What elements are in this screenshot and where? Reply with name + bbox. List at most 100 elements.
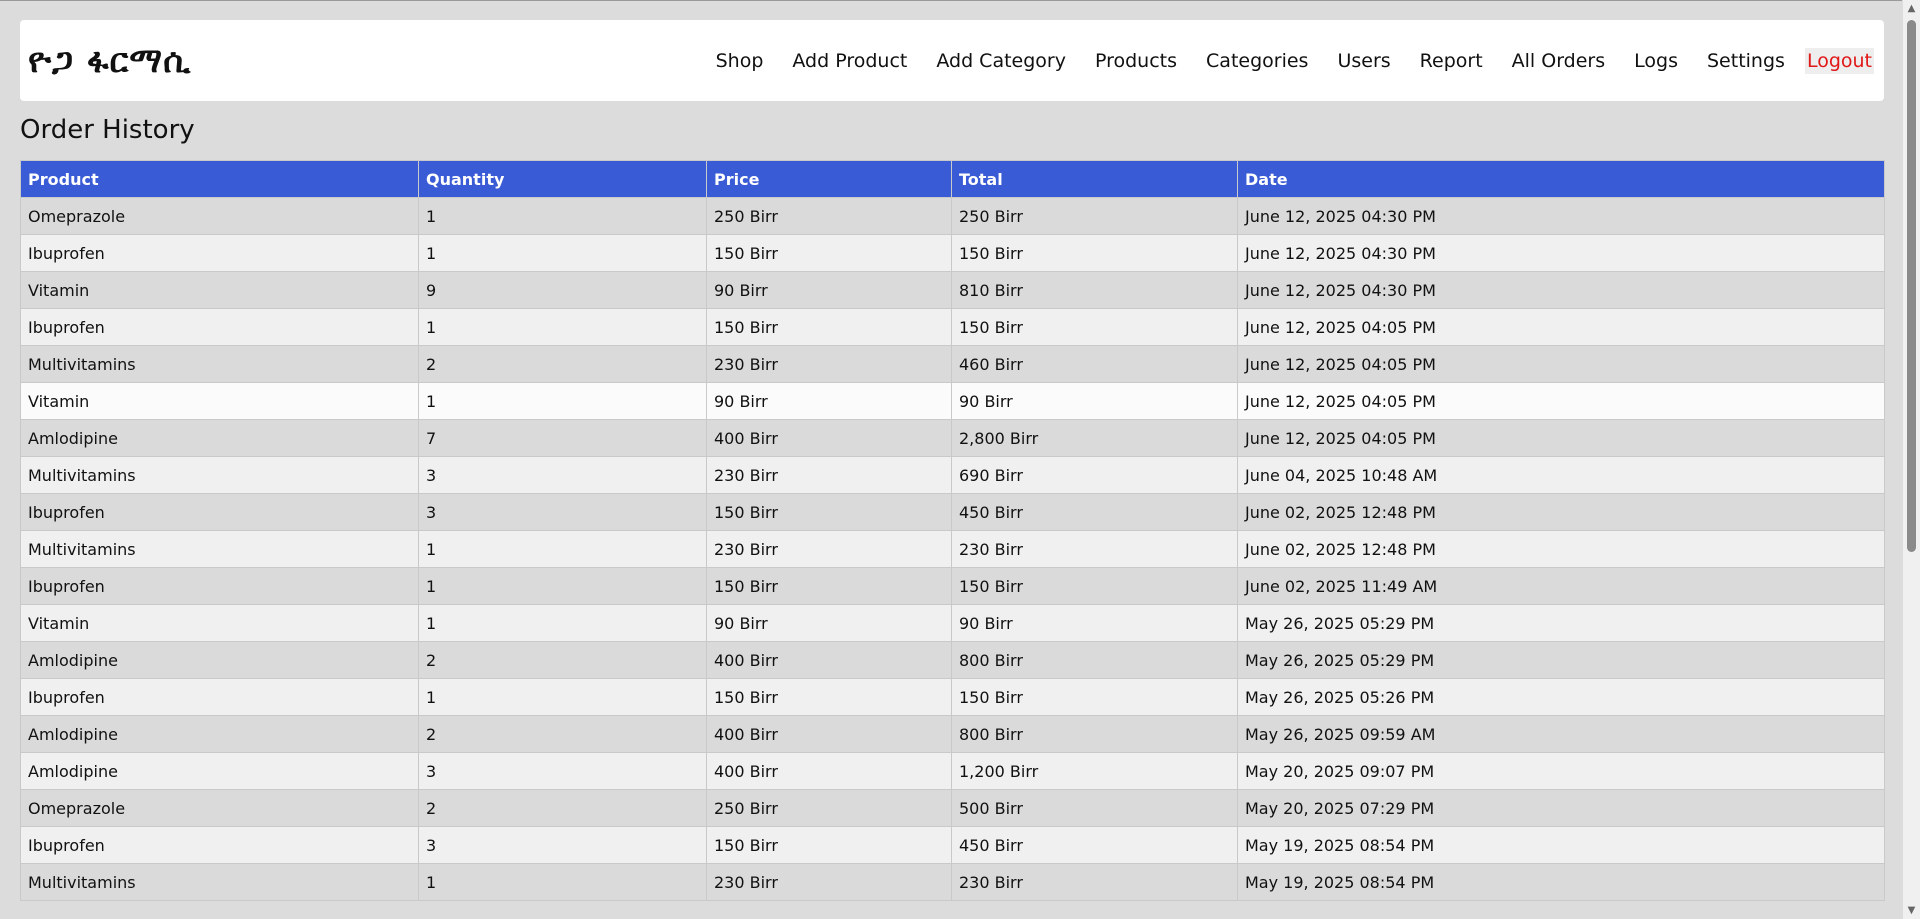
cell-price: 150 Birr bbox=[706, 567, 952, 605]
cell-quantity: 1 bbox=[418, 863, 707, 901]
brand-logo[interactable]: ዮጋ ፋርማሲ bbox=[28, 41, 191, 81]
cell-price: 400 Birr bbox=[706, 641, 952, 679]
navbar: ዮጋ ፋርማሲ Shop Add Product Add Category Pr… bbox=[20, 20, 1884, 101]
nav-link-settings[interactable]: Settings bbox=[1707, 50, 1785, 72]
cell-date: June 12, 2025 04:05 PM bbox=[1237, 308, 1885, 346]
cell-product: Amlodipine bbox=[20, 419, 419, 457]
cell-total: 230 Birr bbox=[951, 863, 1238, 901]
nav-link-report[interactable]: Report bbox=[1420, 50, 1483, 72]
cell-total: 690 Birr bbox=[951, 456, 1238, 494]
page-title: Order History bbox=[20, 115, 195, 145]
cell-quantity: 3 bbox=[418, 456, 707, 494]
cell-product: Ibuprofen bbox=[20, 493, 419, 531]
cell-quantity: 2 bbox=[418, 345, 707, 383]
cell-date: June 12, 2025 04:30 PM bbox=[1237, 234, 1885, 272]
scroll-down-arrow-icon[interactable]: ▼ bbox=[1903, 902, 1920, 919]
cell-product: Ibuprofen bbox=[20, 234, 419, 272]
column-header-date: Date bbox=[1237, 160, 1885, 198]
table-body: Omeprazole 1 250 Birr 250 Birr June 12, 2025… bbox=[20, 197, 1885, 901]
cell-price: 230 Birr bbox=[706, 456, 952, 494]
nav-link-products[interactable]: Products bbox=[1095, 50, 1177, 72]
window-top-border bbox=[0, 0, 1920, 1]
cell-total: 2,800 Birr bbox=[951, 419, 1238, 457]
cell-price: 400 Birr bbox=[706, 752, 952, 790]
cell-price: 230 Birr bbox=[706, 863, 952, 901]
cell-product: Multivitamins bbox=[20, 345, 419, 383]
column-header-price: Price bbox=[706, 160, 952, 198]
table-row: Omeprazole 2 250 Birr 500 Birr May 20, 2025 … bbox=[20, 789, 1885, 827]
cell-total: 800 Birr bbox=[951, 715, 1238, 753]
cell-date: May 26, 2025 09:59 AM bbox=[1237, 715, 1885, 753]
nav-link-logs[interactable]: Logs bbox=[1634, 50, 1678, 72]
cell-total: 90 Birr bbox=[951, 382, 1238, 420]
cell-product: Amlodipine bbox=[20, 641, 419, 679]
cell-total: 150 Birr bbox=[951, 567, 1238, 605]
cell-total: 450 Birr bbox=[951, 493, 1238, 531]
cell-total: 1,200 Birr bbox=[951, 752, 1238, 790]
cell-product: Omeprazole bbox=[20, 197, 419, 235]
order-history-table: Product Quantity Price Total Date Omepra… bbox=[20, 160, 1885, 901]
cell-quantity: 2 bbox=[418, 789, 707, 827]
table-row: Ibuprofen 1 150 Birr 150 Birr June 02, 2025 … bbox=[20, 567, 1885, 605]
cell-total: 800 Birr bbox=[951, 641, 1238, 679]
table-row: Multivitamins 2 230 Birr 460 Birr June 12, 2… bbox=[20, 345, 1885, 383]
cell-total: 90 Birr bbox=[951, 604, 1238, 642]
logout-button[interactable]: Logout bbox=[1804, 47, 1874, 74]
cell-date: May 26, 2025 05:29 PM bbox=[1237, 641, 1885, 679]
table-row: Ibuprofen 1 150 Birr 150 Birr June 12, 2025 … bbox=[20, 308, 1885, 346]
table-row: Amlodipine 2 400 Birr 800 Birr May 26, 2025 … bbox=[20, 715, 1885, 753]
cell-quantity: 9 bbox=[418, 271, 707, 309]
cell-date: June 02, 2025 11:49 AM bbox=[1237, 567, 1885, 605]
cell-product: Vitamin bbox=[20, 604, 419, 642]
cell-quantity: 2 bbox=[418, 715, 707, 753]
cell-price: 90 Birr bbox=[706, 382, 952, 420]
cell-price: 150 Birr bbox=[706, 826, 952, 864]
table-row: Vitamin 1 90 Birr 90 Birr May 26, 2025 05:29… bbox=[20, 604, 1885, 642]
cell-total: 810 Birr bbox=[951, 271, 1238, 309]
cell-price: 250 Birr bbox=[706, 197, 952, 235]
cell-product: Multivitamins bbox=[20, 863, 419, 901]
nav-link-users[interactable]: Users bbox=[1337, 50, 1390, 72]
vertical-scrollbar[interactable]: ▲ ▼ bbox=[1902, 0, 1920, 919]
cell-price: 150 Birr bbox=[706, 308, 952, 346]
cell-quantity: 1 bbox=[418, 604, 707, 642]
cell-total: 450 Birr bbox=[951, 826, 1238, 864]
table-row: Amlodipine 2 400 Birr 800 Birr May 26, 2025 … bbox=[20, 641, 1885, 679]
scroll-up-arrow-icon[interactable]: ▲ bbox=[1903, 0, 1920, 17]
cell-price: 230 Birr bbox=[706, 530, 952, 568]
cell-price: 90 Birr bbox=[706, 271, 952, 309]
scrollbar-thumb[interactable] bbox=[1907, 20, 1916, 552]
cell-price: 150 Birr bbox=[706, 678, 952, 716]
cell-price: 90 Birr bbox=[706, 604, 952, 642]
nav-link-categories[interactable]: Categories bbox=[1206, 50, 1308, 72]
table-row: Multivitamins 3 230 Birr 690 Birr June 04, 2… bbox=[20, 456, 1885, 494]
nav-link-shop[interactable]: Shop bbox=[716, 50, 764, 72]
cell-product: Vitamin bbox=[20, 382, 419, 420]
cell-date: June 12, 2025 04:30 PM bbox=[1237, 271, 1885, 309]
nav-link-add-category[interactable]: Add Category bbox=[936, 50, 1066, 72]
cell-date: May 19, 2025 08:54 PM bbox=[1237, 826, 1885, 864]
column-header-quantity: Quantity bbox=[418, 160, 707, 198]
cell-date: May 19, 2025 08:54 PM bbox=[1237, 863, 1885, 901]
cell-date: May 26, 2025 05:29 PM bbox=[1237, 604, 1885, 642]
nav-link-all-orders[interactable]: All Orders bbox=[1512, 50, 1606, 72]
cell-total: 230 Birr bbox=[951, 530, 1238, 568]
cell-product: Ibuprofen bbox=[20, 826, 419, 864]
cell-product: Multivitamins bbox=[20, 456, 419, 494]
cell-quantity: 1 bbox=[418, 197, 707, 235]
cell-product: Omeprazole bbox=[20, 789, 419, 827]
table-row: Multivitamins 1 230 Birr 230 Birr May 19, 20… bbox=[20, 863, 1885, 901]
nav-link-add-product[interactable]: Add Product bbox=[792, 50, 907, 72]
cell-price: 230 Birr bbox=[706, 345, 952, 383]
cell-total: 150 Birr bbox=[951, 678, 1238, 716]
cell-quantity: 1 bbox=[418, 234, 707, 272]
cell-price: 400 Birr bbox=[706, 419, 952, 457]
table-row: Vitamin 1 90 Birr 90 Birr June 12, 2025 04:0… bbox=[20, 382, 1885, 420]
cell-quantity: 1 bbox=[418, 678, 707, 716]
cell-quantity: 3 bbox=[418, 493, 707, 531]
cell-date: May 26, 2025 05:26 PM bbox=[1237, 678, 1885, 716]
column-header-total: Total bbox=[951, 160, 1238, 198]
cell-quantity: 1 bbox=[418, 567, 707, 605]
cell-quantity: 3 bbox=[418, 752, 707, 790]
cell-quantity: 7 bbox=[418, 419, 707, 457]
